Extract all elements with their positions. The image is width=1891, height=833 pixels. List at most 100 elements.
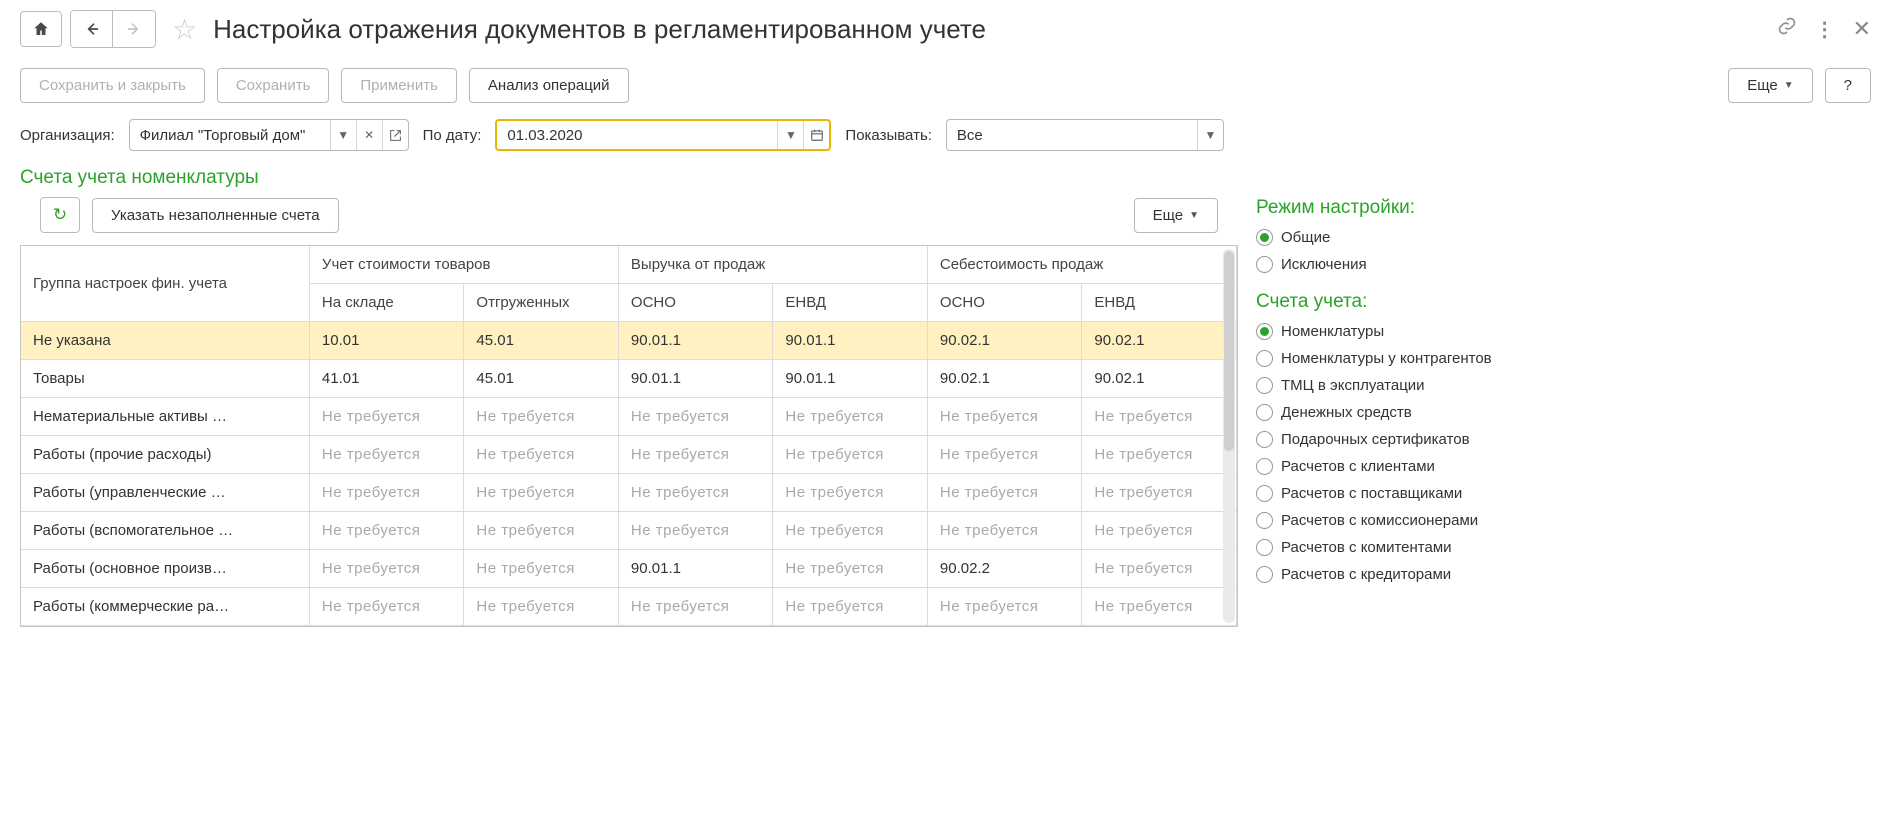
table-cell[interactable]: Не требуется [618,398,773,436]
home-button[interactable] [20,11,62,47]
table-cell[interactable]: Не требуется [618,474,773,512]
th-cost-0[interactable]: На складе [309,284,464,322]
th-revenue[interactable]: Выручка от продаж [618,246,927,284]
accounts-option[interactable]: Расчетов с комитентами [1256,539,1871,556]
table-cell[interactable]: Работы (вспомогательное … [21,512,309,550]
table-cell[interactable]: Не требуется [309,588,464,626]
accounts-option[interactable]: Подарочных сертификатов [1256,431,1871,448]
table-cell[interactable]: Не указана [21,322,309,360]
accounts-table[interactable]: Группа настроек фин. учета Учет стоимост… [21,246,1237,626]
table-cell[interactable]: 90.02.1 [927,322,1082,360]
table-cell[interactable]: 90.01.1 [618,322,773,360]
th-cost[interactable]: Учет стоимости товаров [309,246,618,284]
table-row[interactable]: Товары41.0145.0190.01.190.01.190.02.190.… [21,360,1237,398]
accounts-option[interactable]: Расчетов с кредиторами [1256,566,1871,583]
table-more-button[interactable]: Еще ▼ [1134,198,1218,233]
table-cell[interactable]: Не требуется [1082,550,1237,588]
close-icon[interactable]: ✕ [1853,16,1871,42]
fill-empty-button[interactable]: Указать незаполненные счета [92,198,339,233]
accounts-option[interactable]: Денежных средств [1256,404,1871,421]
table-cell[interactable]: 90.02.1 [1082,360,1237,398]
table-cell[interactable]: Не требуется [1082,512,1237,550]
calendar-icon[interactable] [803,121,829,149]
table-cell[interactable]: Не требуется [927,588,1082,626]
th-cogs-0[interactable]: ОСНО [927,284,1082,322]
table-cell[interactable]: Не требуется [773,512,928,550]
table-cell[interactable]: Не требуется [1082,398,1237,436]
table-cell[interactable]: 90.02.2 [927,550,1082,588]
table-cell[interactable]: Не требуется [618,588,773,626]
date-combo[interactable]: 01.03.2020 ▼ [495,119,831,151]
table-row[interactable]: Работы (коммерческие ра…Не требуетсяНе т… [21,588,1237,626]
table-cell[interactable]: Не требуется [773,436,928,474]
table-row[interactable]: Работы (основное произв…Не требуетсяНе т… [21,550,1237,588]
mode-option[interactable]: Исключения [1256,256,1871,273]
scrollbar-thumb[interactable] [1224,251,1234,451]
refresh-button[interactable]: ↻ [40,197,80,233]
table-cell[interactable]: Не требуется [773,474,928,512]
table-cell[interactable]: Работы (прочие расходы) [21,436,309,474]
table-cell[interactable]: Нематериальные активы … [21,398,309,436]
table-cell[interactable]: 90.01.1 [773,360,928,398]
table-cell[interactable]: Не требуется [309,474,464,512]
table-cell[interactable]: Не требуется [773,398,928,436]
th-rev-1[interactable]: ЕНВД [773,284,928,322]
table-cell[interactable]: 90.02.1 [927,360,1082,398]
table-cell[interactable]: Не требуется [927,436,1082,474]
table-cell[interactable]: Не требуется [464,512,619,550]
table-cell[interactable]: 45.01 [464,322,619,360]
table-cell[interactable]: Не требуется [1082,474,1237,512]
table-row[interactable]: Работы (вспомогательное …Не требуетсяНе … [21,512,1237,550]
table-cell[interactable]: Не требуется [1082,436,1237,474]
accounts-option[interactable]: ТМЦ в эксплуатации [1256,377,1871,394]
table-cell[interactable]: Не требуется [618,512,773,550]
table-cell[interactable]: Не требуется [464,588,619,626]
org-dropdown-icon[interactable]: ▼ [330,120,356,150]
table-row[interactable]: Не указана10.0145.0190.01.190.01.190.02.… [21,322,1237,360]
table-cell[interactable]: Не требуется [309,550,464,588]
save-close-button[interactable]: Сохранить и закрыть [20,68,205,103]
th-cogs-1[interactable]: ЕНВД [1082,284,1237,322]
help-button[interactable]: ? [1825,68,1871,103]
table-row[interactable]: Нематериальные активы …Не требуетсяНе тр… [21,398,1237,436]
show-combo[interactable]: Все ▼ [946,119,1224,151]
favorite-star-icon[interactable]: ☆ [172,13,197,46]
apply-button[interactable]: Применить [341,68,457,103]
table-cell[interactable]: Не требуется [773,588,928,626]
table-cell[interactable]: Не требуется [618,436,773,474]
table-cell[interactable]: Не требуется [773,550,928,588]
table-cell[interactable]: Не требуется [309,512,464,550]
table-cell[interactable]: Работы (основное произв… [21,550,309,588]
show-dropdown-icon[interactable]: ▼ [1197,120,1223,150]
accounts-option[interactable]: Номенклатуры у контрагентов [1256,350,1871,367]
th-cost-1[interactable]: Отгруженных [464,284,619,322]
table-cell[interactable]: Не требуется [309,398,464,436]
table-cell[interactable]: Не требуется [927,474,1082,512]
table-cell[interactable]: Не требуется [464,550,619,588]
table-cell[interactable]: Не требуется [1082,588,1237,626]
kebab-menu-icon[interactable]: ⋮ [1815,17,1835,42]
table-cell[interactable]: Товары [21,360,309,398]
back-button[interactable] [71,11,113,47]
table-scrollbar[interactable] [1223,249,1235,623]
table-cell[interactable]: 45.01 [464,360,619,398]
link-icon[interactable] [1777,16,1797,42]
forward-button[interactable] [113,11,155,47]
more-button[interactable]: Еще ▼ [1728,68,1812,103]
table-row[interactable]: Работы (управленческие …Не требуетсяНе т… [21,474,1237,512]
org-clear-icon[interactable]: ✕ [356,120,382,150]
org-combo[interactable]: Филиал "Торговый дом" ▼ ✕ [129,119,409,151]
date-dropdown-icon[interactable]: ▼ [777,121,803,149]
table-cell[interactable]: 41.01 [309,360,464,398]
table-cell[interactable]: Не требуется [464,474,619,512]
table-cell[interactable]: Работы (управленческие … [21,474,309,512]
table-cell[interactable]: 90.01.1 [618,360,773,398]
mode-option[interactable]: Общие [1256,229,1871,246]
table-cell[interactable]: Не требуется [464,398,619,436]
analyze-button[interactable]: Анализ операций [469,68,629,103]
th-rev-0[interactable]: ОСНО [618,284,773,322]
accounts-option[interactable]: Расчетов с поставщиками [1256,485,1871,502]
table-cell[interactable]: Работы (коммерческие ра… [21,588,309,626]
table-cell[interactable]: 90.02.1 [1082,322,1237,360]
table-cell[interactable]: 10.01 [309,322,464,360]
